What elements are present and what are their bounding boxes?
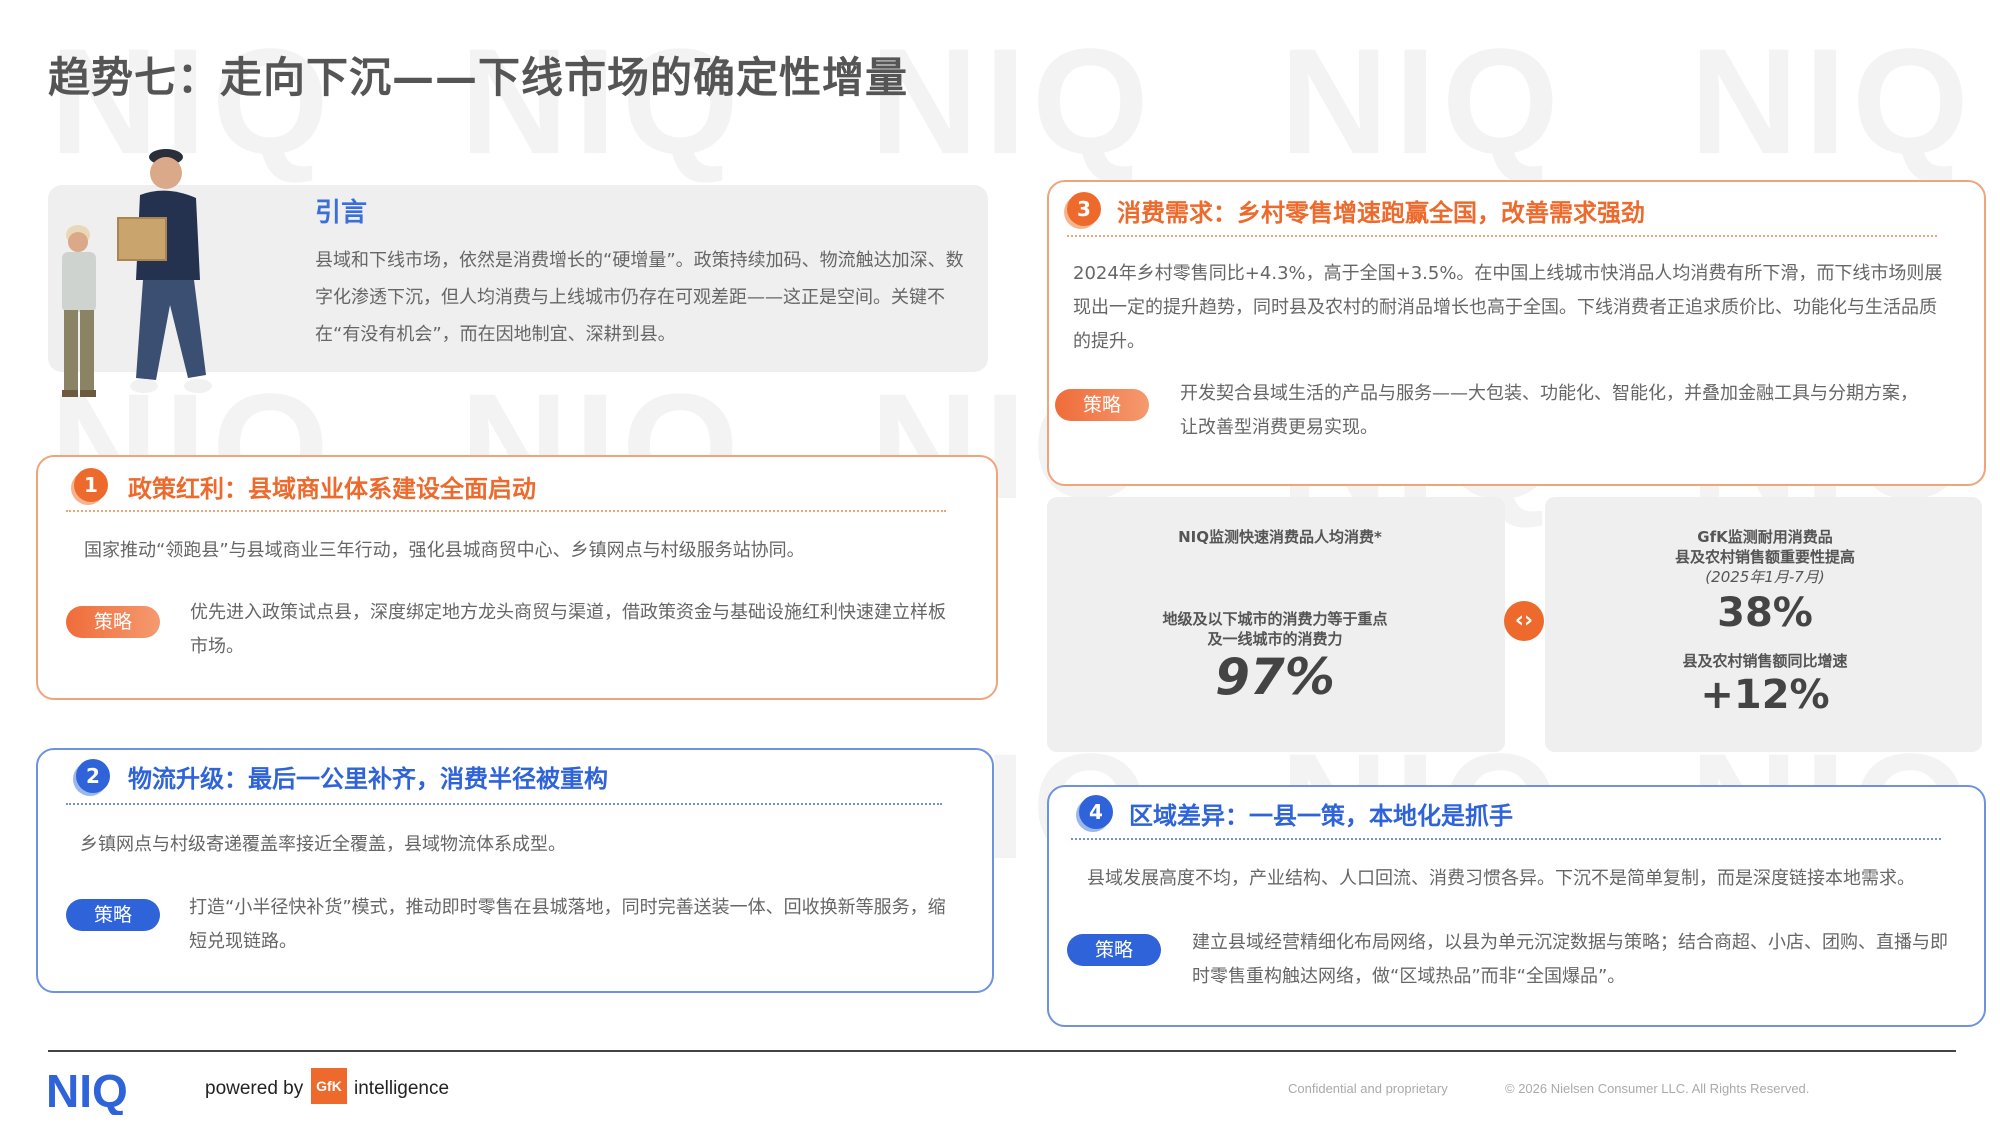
durables-header-line: 县及农村销售额重要性提高 xyxy=(1674,548,1855,566)
logistics-card-strategy: 打造“小半径快补货”模式，推动即时零售在县城落地，同时完善送装一体、回收换新等服… xyxy=(189,897,946,952)
divider xyxy=(66,510,946,512)
demand-card-strategy: 开发契合县域生活的产品与服务——大包装、功能化、智能化，并叠加金融工具与分期方案… xyxy=(1180,383,1918,438)
niq-logo: NIQ xyxy=(46,1065,128,1115)
policy-card-text: 国家推动“领跑县”与县域商业三年行动，强化县城商贸中心、乡镇网点与村级服务站协同… xyxy=(84,540,805,561)
copyright-text: © 2026 Nielsen Consumer LLC. All Rights … xyxy=(1505,1081,1810,1096)
regional-card-title: 区域差异：一县一策，本地化是抓手 xyxy=(1129,802,1513,830)
strategy-badge: 策略 xyxy=(1055,389,1149,421)
swap-arrows-icon: ‹› xyxy=(1504,601,1544,641)
policy-card-strategy: 优先进入政策试点县，深度绑定地方龙头商贸与渠道，借政策资金与基础设施红利快速建立… xyxy=(190,602,946,657)
strategy-badge: 策略 xyxy=(1067,934,1161,966)
footer-divider xyxy=(48,1050,1956,1052)
divider xyxy=(1067,235,1937,237)
durables-growth-value: +12% xyxy=(1700,672,1830,718)
strategy-badge: 策略 xyxy=(66,899,160,931)
durables-header-line: GfK监测耐用消费品 xyxy=(1697,528,1833,546)
fmcg-stat-label: 地级及以下城市的消费力等于重点及一线城市的消费力 xyxy=(1162,610,1388,648)
strategy-badge: 策略 xyxy=(66,606,160,638)
page-title: 趋势七：走向下沉——下线市场的确定性增量 xyxy=(48,53,909,102)
people-photo xyxy=(62,149,212,397)
demand-card-text: 2024年乡村零售同比+4.3%，高于全国+3.5%。在中国上线城市快消品人均消… xyxy=(1073,263,1943,352)
card-number-2: 2 xyxy=(76,759,110,793)
intro-title: 引言 xyxy=(315,198,368,228)
durables-header-period: (2025年1月-7月) xyxy=(1705,568,1825,586)
logistics-card-text: 乡镇网点与村级寄递覆盖率接近全覆盖，县域物流体系成型。 xyxy=(80,834,566,855)
logistics-card-title: 物流升级：最后一公里补齐，消费半径被重构 xyxy=(128,765,608,793)
intro-text: 县域和下线市场，依然是消费增长的“硬增量”。政策持续加码、物流触达加深、数字化渗… xyxy=(315,250,964,345)
demand-card-title: 消费需求：乡村零售增速跑赢全国，改善需求强劲 xyxy=(1117,199,1645,227)
card-number-1: 1 xyxy=(74,468,108,502)
card-number-4: 4 xyxy=(1079,795,1113,829)
card-number-3: 3 xyxy=(1067,192,1101,226)
confidential-text: Confidential and proprietary xyxy=(1288,1081,1448,1096)
intelligence-text: intelligence xyxy=(354,1078,450,1099)
fmcg-stat-value: 97% xyxy=(1215,648,1335,706)
policy-card-title: 政策红利：县域商业体系建设全面启动 xyxy=(128,475,536,503)
svg-text:NIQ: NIQ xyxy=(46,1065,128,1115)
divider xyxy=(66,803,942,805)
durables-stat-header: GfK监测耐用消费品 县及农村销售额重要性提高 (2025年1月-7月) xyxy=(1600,527,1930,587)
gfk-logo: GfK xyxy=(311,1068,347,1104)
durables-growth-label: 县及农村销售额同比增速 xyxy=(1682,652,1848,670)
fmcg-stat-header: NIQ监测快速消费品人均消费* xyxy=(1178,528,1382,546)
durables-importance-value: 38% xyxy=(1717,590,1813,636)
divider xyxy=(1071,838,1941,840)
powered-by-text: powered by xyxy=(205,1078,304,1099)
regional-card-text: 县域发展高度不均，产业结构、人口回流、消费习惯各异。下沉不是简单复制，而是深度链… xyxy=(1087,868,1915,889)
regional-card-strategy: 建立县域经营精细化布局网络，以县为单元沉淀数据与策略；结合商超、小店、团购、直播… xyxy=(1192,932,1948,987)
